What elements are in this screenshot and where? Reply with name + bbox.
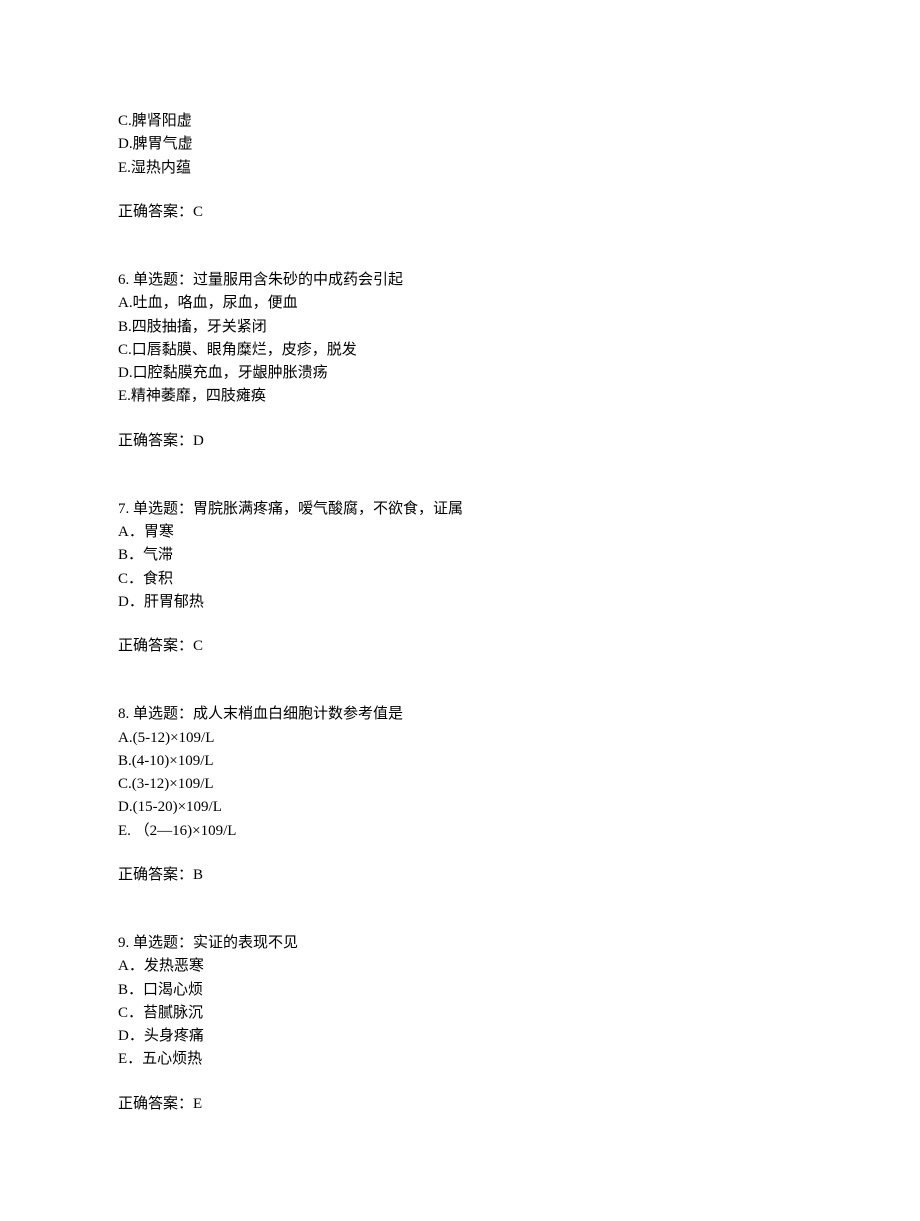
question-stem: 9. 单选题：实证的表现不见: [118, 932, 802, 955]
answer: 正确答案：B: [118, 864, 802, 887]
option-c: C．苔腻脉沉: [118, 1002, 802, 1025]
option-b: B.四肢抽搐，牙关紧闭: [118, 316, 802, 339]
option-b: B.(4-10)×109/L: [118, 750, 802, 773]
option-a: A.吐血，咯血，尿血，便血: [118, 292, 802, 315]
option-e: E．五心烦热: [118, 1048, 802, 1071]
option-e: E.湿热内蕴: [118, 157, 802, 180]
option-c: C.(3-12)×109/L: [118, 773, 802, 796]
option-c: C．食积: [118, 568, 802, 591]
answer: 正确答案：C: [118, 635, 802, 658]
option-c: C.口唇黏膜、眼角糜烂，皮疹，脱发: [118, 339, 802, 362]
question-stem: 7. 单选题：胃脘胀满疼痛，嗳气酸腐，不欲食，证属: [118, 498, 802, 521]
answer: 正确答案：D: [118, 430, 802, 453]
option-b: B．口渴心烦: [118, 979, 802, 1002]
question-stem: 8. 单选题：成人末梢血白细胞计数参考值是: [118, 703, 802, 726]
question-stem: 6. 单选题：过量服用含朱砂的中成药会引起: [118, 269, 802, 292]
option-d: D．肝胃郁热: [118, 591, 802, 614]
option-e: E. （2—16)×109/L: [118, 820, 802, 843]
prelude-options: C.脾肾阳虚 D.脾胃气虚 E.湿热内蕴: [118, 110, 802, 180]
option-d: D.(15-20)×109/L: [118, 796, 802, 819]
option-b: B．气滞: [118, 544, 802, 567]
option-a: A．发热恶寒: [118, 955, 802, 978]
option-d: D．头身疼痛: [118, 1025, 802, 1048]
question-8: 8. 单选题：成人末梢血白细胞计数参考值是 A.(5-12)×109/L B.(…: [118, 703, 802, 887]
question-6: 6. 单选题：过量服用含朱砂的中成药会引起 A.吐血，咯血，尿血，便血 B.四肢…: [118, 269, 802, 453]
option-e: E.精神萎靡，四肢瘫痪: [118, 385, 802, 408]
option-a: A．胃寒: [118, 521, 802, 544]
prelude-answer: 正确答案：C: [118, 201, 802, 224]
option-d: D.口腔黏膜充血，牙龈肿胀溃疡: [118, 362, 802, 385]
answer: 正确答案：E: [118, 1093, 802, 1116]
option-c: C.脾肾阳虚: [118, 110, 802, 133]
question-7: 7. 单选题：胃脘胀满疼痛，嗳气酸腐，不欲食，证属 A．胃寒 B．气滞 C．食积…: [118, 498, 802, 659]
option-d: D.脾胃气虚: [118, 133, 802, 156]
question-9: 9. 单选题：实证的表现不见 A．发热恶寒 B．口渴心烦 C．苔腻脉沉 D．头身…: [118, 932, 802, 1116]
option-a: A.(5-12)×109/L: [118, 727, 802, 750]
